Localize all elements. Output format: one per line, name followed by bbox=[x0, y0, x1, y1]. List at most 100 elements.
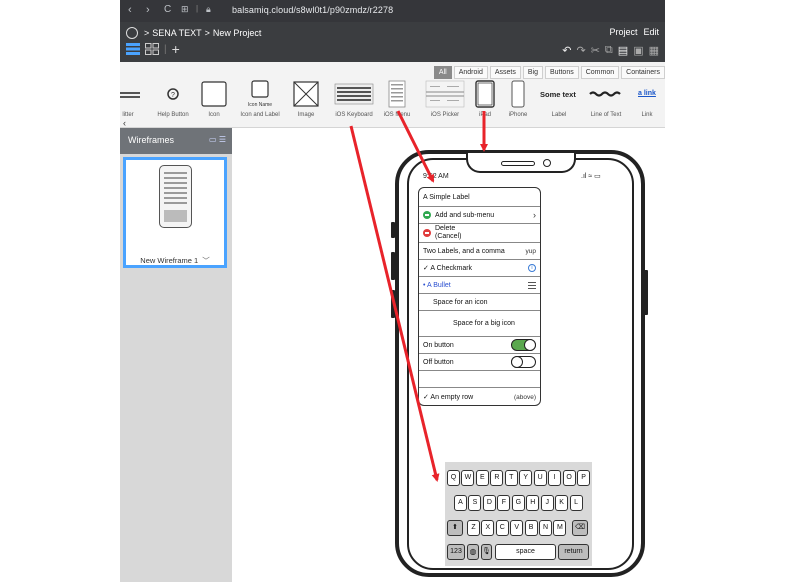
menu-row[interactable]: ✓ An empty row (above) bbox=[419, 388, 540, 405]
apps-icon[interactable]: ⊞ bbox=[181, 4, 189, 15]
tab-buttons[interactable]: Buttons bbox=[544, 66, 579, 79]
tab-android[interactable]: Android bbox=[453, 66, 488, 79]
back-button[interactable]: ‹ bbox=[128, 4, 132, 16]
paste-icon[interactable]: ▤ bbox=[618, 44, 628, 57]
panel-view-toggle-icon[interactable]: ▭ ☰ bbox=[209, 135, 226, 144]
image-placeholder-icon bbox=[293, 81, 319, 107]
breadcrumb-separator: > bbox=[204, 28, 210, 38]
key-r[interactable]: R bbox=[490, 470, 504, 486]
menu-row[interactable]: Off button bbox=[419, 354, 540, 371]
space-key[interactable]: space bbox=[495, 544, 556, 560]
undo-icon[interactable]: ↶ bbox=[562, 44, 571, 57]
key-p[interactable]: P bbox=[577, 470, 591, 486]
tab-assets[interactable]: Assets bbox=[489, 66, 521, 79]
key-l[interactable]: L bbox=[569, 495, 583, 511]
list-view-icon[interactable] bbox=[126, 43, 140, 55]
key-g[interactable]: G bbox=[511, 495, 525, 511]
grid-view-icon[interactable] bbox=[145, 43, 159, 55]
component-splitter[interactable]: litter bbox=[120, 80, 142, 118]
key-c[interactable]: C bbox=[495, 520, 509, 536]
key-e[interactable]: E bbox=[475, 470, 489, 486]
menu-row[interactable]: Space for a big icon bbox=[419, 311, 540, 337]
reorder-handle-icon[interactable] bbox=[528, 281, 536, 289]
return-key[interactable]: return bbox=[558, 544, 589, 560]
wireframe-thumbnail[interactable]: New Wireframe 1 ﹀ bbox=[123, 157, 227, 268]
reload-button[interactable]: C bbox=[164, 4, 171, 15]
key-w[interactable]: W bbox=[461, 470, 475, 486]
breadcrumb-project[interactable]: SENA TEXT bbox=[152, 28, 201, 38]
status-time: 9:52 AM bbox=[423, 173, 449, 180]
menu-row-empty[interactable] bbox=[419, 371, 540, 388]
menu-row[interactable]: Delete (Cancel) bbox=[419, 224, 540, 243]
component-ios-keyboard[interactable]: iOS Keyboard bbox=[334, 80, 374, 118]
component-ios-picker[interactable]: iOS Picker bbox=[425, 80, 465, 118]
menu-edit[interactable]: Edit bbox=[643, 27, 659, 37]
redo-icon[interactable]: ↷ bbox=[576, 44, 585, 57]
menu-row[interactable]: ✓ A Checkmark i bbox=[419, 260, 540, 277]
off-toggle[interactable] bbox=[511, 356, 536, 368]
key-y[interactable]: Y bbox=[519, 470, 533, 486]
component-icon-and-label[interactable]: Icon Name Icon and Label bbox=[240, 80, 280, 118]
ios-menu[interactable]: A Simple Label Add and sub-menu › Delete… bbox=[418, 187, 541, 406]
tab-common[interactable]: Common bbox=[580, 66, 620, 79]
breadcrumb-page[interactable]: New Project bbox=[213, 28, 262, 38]
key-m[interactable]: M bbox=[553, 520, 567, 536]
menu-row[interactable]: On button bbox=[419, 337, 540, 354]
key-i[interactable]: I bbox=[548, 470, 562, 486]
lock-icon[interactable]: ▦ bbox=[649, 44, 659, 57]
iphone-icon bbox=[511, 80, 525, 108]
tab-all[interactable]: All bbox=[433, 66, 452, 79]
key-x[interactable]: X bbox=[481, 520, 495, 536]
edit-toolbar: ↶ ↷ ✂ ⧉ ▤ ▣ ▦ bbox=[562, 44, 659, 57]
menu-row[interactable]: Add and sub-menu › bbox=[419, 207, 540, 224]
key-q[interactable]: Q bbox=[447, 470, 460, 486]
key-f[interactable]: F bbox=[497, 495, 511, 511]
key-h[interactable]: H bbox=[526, 495, 540, 511]
globe-icon[interactable]: ◍ bbox=[467, 544, 479, 560]
component-iphone[interactable]: iPhone bbox=[507, 80, 529, 118]
shift-key[interactable]: ⬆ bbox=[447, 520, 463, 536]
component-line-of-text[interactable]: Line of Text bbox=[588, 80, 624, 118]
forward-button[interactable]: › bbox=[146, 4, 150, 16]
numbers-key[interactable]: 123 bbox=[447, 544, 465, 560]
component-help-button[interactable]: ? Help Button bbox=[157, 80, 189, 118]
key-k[interactable]: K bbox=[555, 495, 569, 511]
speaker-icon bbox=[501, 161, 535, 166]
chevron-down-icon[interactable]: ﹀ bbox=[202, 256, 210, 265]
add-wireframe-button[interactable]: + bbox=[172, 42, 180, 56]
view-toolbar: | + bbox=[126, 42, 180, 56]
tab-big[interactable]: Big bbox=[522, 66, 543, 79]
cut-icon[interactable]: ✂ bbox=[591, 44, 600, 57]
duplicate-icon[interactable]: ▣ bbox=[633, 44, 643, 57]
component-icon[interactable]: Icon bbox=[200, 80, 228, 118]
key-s[interactable]: S bbox=[468, 495, 482, 511]
key-n[interactable]: N bbox=[539, 520, 552, 536]
tab-containers[interactable]: Containers bbox=[621, 66, 665, 79]
url-bar[interactable]: balsamiq.cloud/s8wl0t1/p90zmdz/r2278 bbox=[232, 5, 393, 15]
library-collapse-chevron-icon[interactable]: ‹ bbox=[123, 118, 126, 128]
key-u[interactable]: U bbox=[533, 470, 547, 486]
key-t[interactable]: T bbox=[504, 470, 518, 486]
on-toggle[interactable] bbox=[511, 339, 536, 351]
menu-row[interactable]: • A Bullet bbox=[419, 277, 540, 294]
copy-icon[interactable]: ⧉ bbox=[605, 44, 613, 57]
component-image[interactable]: Image bbox=[292, 80, 320, 118]
microphone-icon[interactable]: 🎙︎ bbox=[481, 544, 492, 560]
key-z[interactable]: Z bbox=[467, 520, 480, 536]
key-v[interactable]: V bbox=[510, 520, 524, 536]
menu-row[interactable]: Two Labels, and a comma yup bbox=[419, 243, 540, 260]
component-ios-menu[interactable]: iOS Menu bbox=[384, 80, 410, 118]
key-d[interactable]: D bbox=[482, 495, 496, 511]
menu-row[interactable]: A Simple Label bbox=[419, 188, 540, 207]
menu-project[interactable]: Project bbox=[609, 27, 637, 37]
menu-row[interactable]: Space for an icon bbox=[419, 294, 540, 311]
key-b[interactable]: B bbox=[524, 520, 538, 536]
key-o[interactable]: O bbox=[562, 470, 576, 486]
key-a[interactable]: A bbox=[454, 495, 467, 511]
key-j[interactable]: J bbox=[540, 495, 554, 511]
component-ipad[interactable]: iPad bbox=[474, 80, 496, 118]
wireframe-name[interactable]: New Wireframe 1 ﹀ bbox=[126, 255, 224, 266]
balsamiq-logo-icon[interactable] bbox=[126, 27, 138, 39]
backspace-key[interactable]: ⌫ bbox=[572, 520, 588, 536]
info-icon[interactable]: i bbox=[528, 264, 536, 272]
